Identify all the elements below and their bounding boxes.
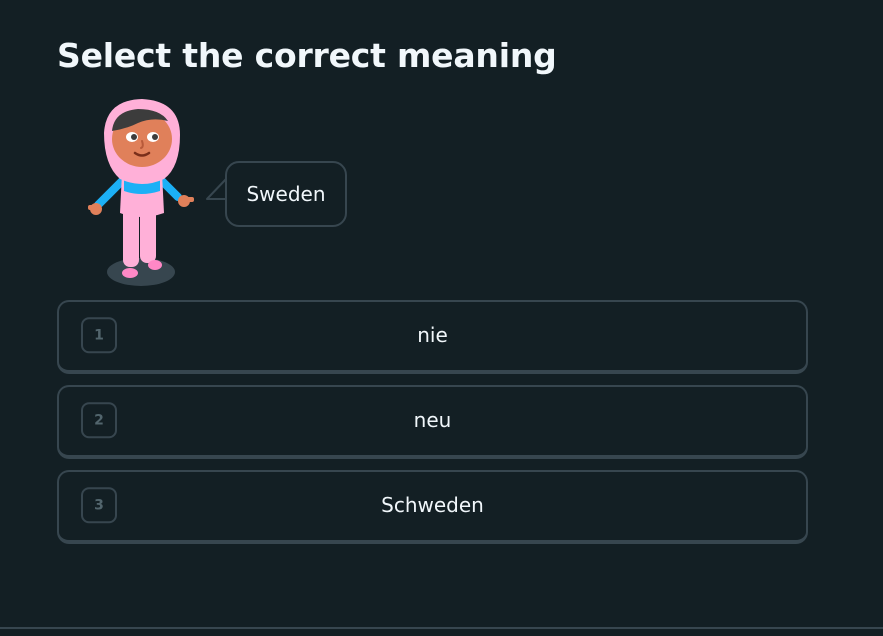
speech-bubble[interactable]: Sweden [225,161,347,227]
choice-label: Schweden [381,492,484,517]
choice-number-badge: 3 [81,487,117,524]
answer-choices: 1 nie 2 neu 3 Schweden [57,300,808,555]
footer-divider [0,627,883,629]
choice-number-badge: 2 [81,402,117,439]
character-illustration [80,95,210,290]
choice-button[interactable]: 3 Schweden [57,470,808,544]
choice-label: nie [417,322,448,347]
lesson-page: Select the correct meaning Sweden 1 nie … [0,0,883,636]
page-title: Select the correct meaning [57,36,557,75]
choice-button[interactable]: 2 neu [57,385,808,459]
choice-label: neu [413,407,452,432]
speech-bubble-text: Sweden [246,182,326,206]
choice-button[interactable]: 1 nie [57,300,808,374]
choice-number-badge: 1 [81,317,117,354]
